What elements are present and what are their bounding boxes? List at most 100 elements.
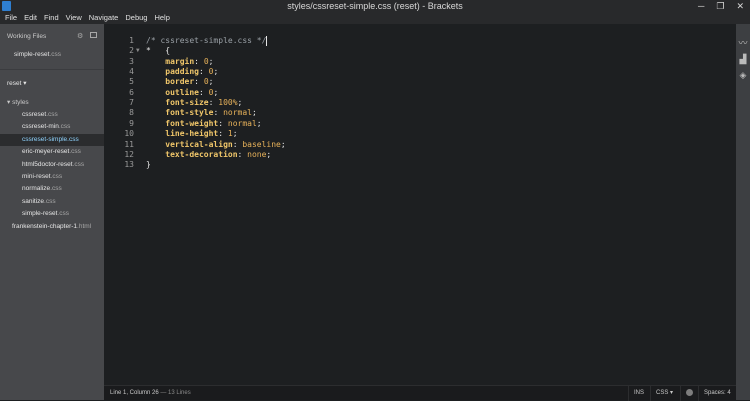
code-token: * {: [146, 46, 171, 56]
code-token: :: [237, 149, 248, 159]
file-name: html5doctor-reset: [22, 160, 73, 168]
file-ext: .css: [57, 210, 69, 218]
line-number: 11: [124, 139, 134, 149]
file-tree-item[interactable]: eric-meyer-reset.css: [0, 146, 104, 158]
fold-arrow-icon[interactable]: ▼: [136, 46, 140, 56]
code-token: ;: [256, 118, 262, 128]
code-editor[interactable]: 1 /* cssreset-simple.css */ 2 ▼ * { 3 margin:…: [104, 24, 736, 385]
file-name: mini-reset: [22, 173, 51, 180]
file-ext: .css: [58, 123, 71, 131]
live-preview-icon[interactable]: 〰: [738, 38, 748, 48]
code-token: normal: [227, 118, 257, 128]
menu-debug[interactable]: Debug: [125, 12, 147, 24]
code-token: border: [146, 77, 195, 87]
file-name: sanitize: [22, 197, 45, 205]
status-bar: Line 1, Column 26 — 13 Lines INS CSS ▾ S…: [104, 385, 736, 401]
file-tree-item[interactable]: html5doctor-reset.css: [0, 159, 104, 171]
split-view-icon[interactable]: [90, 32, 97, 38]
layers-icon[interactable]: ◈: [738, 70, 748, 80]
code-token: ;: [232, 129, 238, 139]
code-token: :: [208, 98, 219, 108]
code-token: :: [232, 139, 243, 149]
menu-help[interactable]: Help: [154, 12, 169, 24]
code-token: ;: [251, 108, 257, 118]
code-token: :: [194, 56, 204, 66]
code-text: font-weight: normal;: [146, 118, 262, 129]
line-number: 8: [129, 108, 134, 118]
code-text: line-height: 1;: [146, 129, 238, 139]
menu-bar: File Edit Find View Navigate Debug Help: [0, 12, 750, 24]
sidebar: Working Files ⚙ simple-reset.css reset ▾…: [0, 24, 104, 400]
indent-spaces-button[interactable]: Spaces: 4: [698, 386, 736, 401]
code-text: margin: 0;: [146, 57, 213, 67]
code-text: outline: 0;: [146, 88, 218, 98]
code-text: font-style: normal;: [146, 108, 257, 118]
code-token: font-style: [146, 108, 214, 118]
file-tree-item[interactable]: sanitize.css: [0, 196, 104, 208]
file-tree-item[interactable]: frankenstein-chapter-1.html: [0, 221, 104, 233]
menu-navigate[interactable]: Navigate: [89, 12, 119, 24]
menu-view[interactable]: View: [66, 12, 82, 24]
code-token: normal: [223, 108, 252, 118]
file-tree-item[interactable]: cssreset-min.css: [0, 121, 104, 133]
file-name: eric-meyer-reset: [22, 148, 70, 156]
file-ext: .html: [77, 222, 92, 230]
code-text: /* cssreset-simple.css */: [146, 36, 268, 46]
menu-file[interactable]: File: [5, 12, 17, 24]
code-token: text-decoration: [146, 149, 238, 159]
line-number: 10: [124, 129, 134, 139]
cursor-line-col: Line 1, Column 26: [110, 390, 159, 396]
working-file-item[interactable]: simple-reset.css: [14, 51, 61, 58]
line-number: 3: [129, 56, 134, 66]
code-token: :: [194, 77, 204, 87]
code-token: line-height: [146, 129, 219, 139]
menu-edit[interactable]: Edit: [24, 12, 37, 24]
file-name: cssreset-min: [22, 123, 59, 131]
gear-icon[interactable]: ⚙: [77, 32, 83, 40]
code-text: }: [146, 160, 151, 170]
cursor-position[interactable]: Line 1, Column 26 — 13 Lines: [110, 390, 191, 396]
file-tree-item[interactable]: simple-reset.css: [0, 208, 104, 220]
folder-styles[interactable]: ▾ styles: [7, 98, 29, 106]
file-ext: .css: [44, 197, 56, 205]
code-token: ;: [266, 149, 272, 159]
linting-status-icon[interactable]: [680, 386, 698, 401]
file-ext: .css: [67, 135, 79, 143]
line-number: 2: [129, 46, 134, 56]
code-text: font-size: 100%;: [146, 98, 242, 108]
code-token: baseline: [242, 139, 281, 149]
code-token: ;: [208, 77, 214, 87]
project-dropdown[interactable]: reset ▾: [7, 79, 27, 87]
file-name: cssreset-simple: [22, 135, 68, 143]
extension-manager-icon[interactable]: ▟: [738, 54, 748, 64]
code-token: ;: [280, 139, 286, 149]
close-button[interactable]: ✕: [736, 0, 744, 12]
file-tree-item[interactable]: cssreset.css: [0, 109, 104, 121]
file-name: normalize: [22, 185, 51, 193]
code-token: 100%: [218, 98, 238, 108]
language-selector[interactable]: CSS ▾: [650, 386, 680, 401]
maximize-button[interactable]: ❐: [716, 0, 724, 12]
code-token: padding: [146, 67, 199, 77]
file-ext: .css: [46, 111, 58, 118]
menu-find[interactable]: Find: [44, 12, 59, 24]
line-number: 1: [129, 36, 134, 45]
file-tree-item[interactable]: normalize.css: [0, 183, 104, 195]
code-text: padding: 0;: [146, 67, 218, 77]
line-number: 4: [129, 67, 134, 77]
file-ext: .css: [50, 185, 62, 193]
file-name: simple-reset: [22, 210, 58, 218]
code-token: none: [247, 149, 267, 159]
working-file-name: simple-reset: [14, 51, 50, 58]
insert-mode-toggle[interactable]: INS: [628, 386, 649, 401]
file-tree-item[interactable]: mini-reset.css: [0, 171, 104, 183]
line-count: — 13 Lines: [158, 390, 191, 396]
code-text: vertical-align: baseline;: [146, 139, 286, 150]
code-token: :: [198, 67, 209, 77]
code-token: /* cssreset-simple.css */: [146, 36, 267, 45]
minimize-button[interactable]: ─: [698, 0, 704, 12]
file-tree-item[interactable]: cssreset-simple.css: [0, 133, 104, 146]
code-token: font-weight: [146, 118, 219, 128]
window-title: styles/cssreset-simple.css (reset) - Bra…: [287, 1, 463, 11]
sidebar-divider: [0, 69, 104, 70]
